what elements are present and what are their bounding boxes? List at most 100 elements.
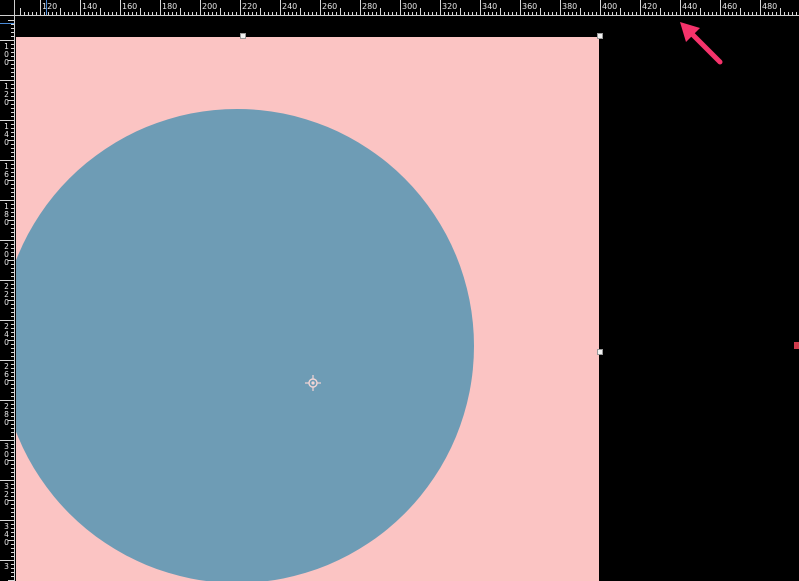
- ruler-tick: [32, 12, 33, 15]
- ruler-tick: [464, 12, 465, 15]
- canvas-artboard[interactable]: [16, 37, 599, 581]
- ruler-tick: [456, 12, 457, 15]
- ruler-tick: [280, 0, 281, 15]
- ruler-tick: [676, 12, 677, 15]
- ruler-tick: [292, 12, 293, 15]
- ruler-tick: [11, 348, 14, 349]
- ruler-tick: [11, 424, 14, 425]
- ruler-tick: [688, 12, 689, 15]
- ruler-tick: [180, 8, 181, 15]
- vertical-ruler[interactable]: 100 120 140 160 180 200 220 240 260 280 300 320 340 3: [0, 0, 15, 581]
- ruler-tick: [320, 0, 321, 15]
- ruler-tick: [0, 440, 14, 441]
- ruler-tick: [440, 0, 441, 15]
- ruler-tick: [11, 484, 14, 485]
- ruler-tick: [176, 12, 177, 15]
- ruler-tick: [296, 12, 297, 15]
- ruler-tick: [164, 12, 165, 15]
- ruler-tick: [608, 12, 609, 15]
- ruler-tick: [544, 12, 545, 15]
- ruler-tick: [376, 12, 377, 15]
- ruler-tick: [148, 12, 149, 15]
- ruler-tick: [504, 12, 505, 15]
- ruler-tick: [11, 216, 14, 217]
- ruler-label: 180: [162, 2, 178, 11]
- ruler-tick: [11, 456, 14, 457]
- ruler-tick: [352, 12, 353, 15]
- ruler-label: 460: [722, 2, 738, 11]
- ruler-label: 220: [242, 2, 258, 11]
- ruler-tick: [276, 12, 277, 15]
- ruler-tick: [11, 264, 14, 265]
- ruler-label: 140: [4, 122, 9, 147]
- ruler-tick: [11, 508, 14, 509]
- ruler-label: 260: [322, 2, 338, 11]
- ruler-tick: [232, 12, 233, 15]
- ruler-corner[interactable]: [0, 0, 15, 16]
- ruler-tick: [11, 248, 14, 249]
- ruler-tick: [552, 12, 553, 15]
- ruler-tick: [524, 12, 525, 15]
- ruler-tick: [136, 12, 137, 15]
- ruler-tick: [11, 236, 14, 237]
- ruler-tick: [308, 12, 309, 15]
- ruler-tick: [11, 512, 14, 513]
- ruler-label: 180: [4, 202, 9, 227]
- ruler-label: 280: [362, 2, 378, 11]
- ruler-tick: [556, 12, 557, 15]
- ruler-tick: [11, 284, 14, 285]
- resize-handle-right[interactable]: [597, 349, 603, 355]
- ruler-tick: [564, 12, 565, 15]
- ruler-tick: [360, 0, 361, 15]
- ruler-label: 320: [4, 482, 9, 507]
- ruler-tick: [11, 144, 14, 145]
- ruler-tick: [664, 12, 665, 15]
- ruler-tick: [744, 12, 745, 15]
- ruler-tick: [304, 12, 305, 15]
- ruler-label: 480: [762, 2, 778, 11]
- ruler-tick: [11, 364, 14, 365]
- ruler-tick: [692, 12, 693, 15]
- ruler-tick: [11, 536, 14, 537]
- ruler-tick: [680, 0, 681, 15]
- ruler-tick: [468, 12, 469, 15]
- ruler-tick: [452, 12, 453, 15]
- ruler-tick: [528, 12, 529, 15]
- ruler-tick: [11, 132, 14, 133]
- crosshair-icon[interactable]: [305, 375, 321, 391]
- ruler-tick: [640, 0, 641, 15]
- ruler-tick: [11, 108, 14, 109]
- ruler-tick: [0, 320, 14, 321]
- ruler-tick: [380, 8, 381, 15]
- ruler-tick: [11, 256, 14, 257]
- arrow-icon: [680, 22, 723, 65]
- ruler-tick: [344, 12, 345, 15]
- ruler-tick: [128, 12, 129, 15]
- ruler-tick: [520, 0, 521, 15]
- ruler-tick: [224, 12, 225, 15]
- ruler-tick: [356, 12, 357, 15]
- ruler-tick: [348, 12, 349, 15]
- ruler-tick: [24, 12, 25, 15]
- ruler-tick: [11, 516, 14, 517]
- ruler-tick: [656, 12, 657, 15]
- ruler-tick: [328, 12, 329, 15]
- artboard-selection-frame: [16, 37, 599, 581]
- ruler-tick: [472, 12, 473, 15]
- ruler-tick: [11, 92, 14, 93]
- ruler-tick: [11, 232, 14, 233]
- horizontal-ruler[interactable]: 120 140 160 180 200 220 240 260 280 300 320 340 360 3…: [0, 0, 799, 16]
- ruler-tick: [540, 8, 541, 15]
- ruler-tick: [484, 12, 485, 15]
- ruler-tick: [340, 8, 341, 15]
- ruler-tick: [500, 8, 501, 15]
- ruler-tick: [11, 464, 14, 465]
- ruler-tick: [420, 8, 421, 15]
- ruler-tick: [208, 12, 209, 15]
- ruler-tick: [480, 0, 481, 15]
- ruler-tick: [11, 188, 14, 189]
- resize-handle-top-right[interactable]: [597, 33, 603, 39]
- ruler-tick: [668, 12, 669, 15]
- resize-handle-top[interactable]: [240, 33, 246, 39]
- ruler-tick: [460, 8, 461, 15]
